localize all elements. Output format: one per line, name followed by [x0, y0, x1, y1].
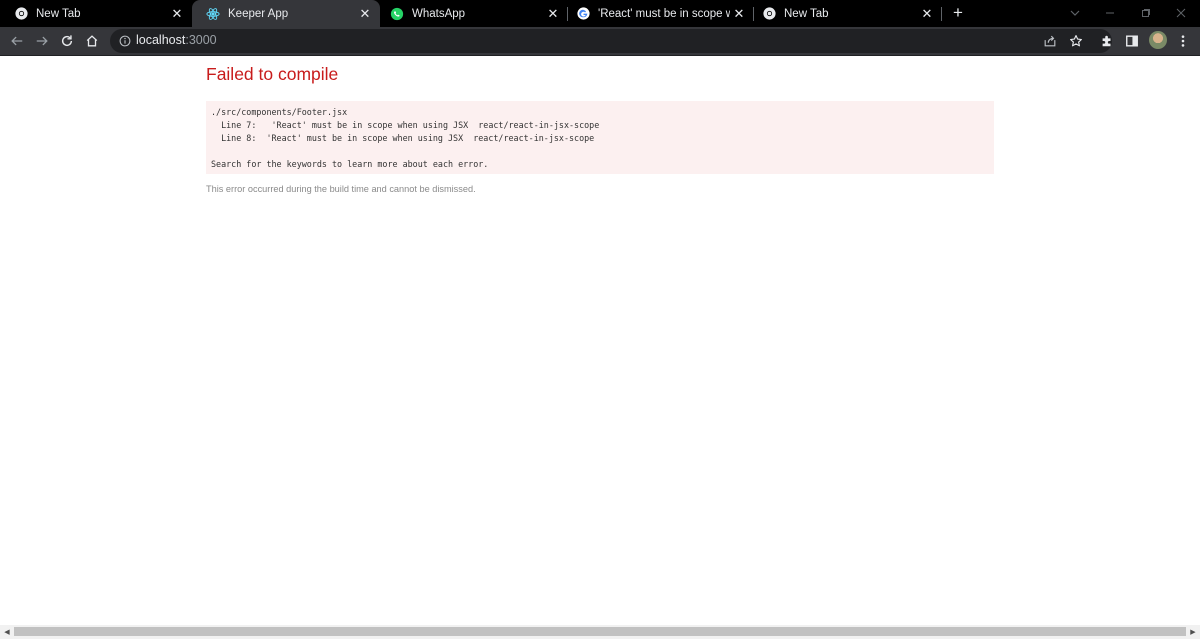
- error-line: Line 8: 'React' must be in scope when us…: [211, 133, 595, 143]
- forward-arrow-icon[interactable]: [32, 31, 52, 51]
- scrollbar-thumb[interactable]: [14, 627, 1186, 636]
- kebab-menu-icon[interactable]: [1173, 31, 1193, 51]
- tab-label: New Tab: [784, 7, 829, 20]
- chrome-icon: [14, 7, 28, 21]
- error-footnote: This error occurred during the build tim…: [206, 184, 476, 194]
- tab-label: 'React' must be in scope when us: [598, 7, 730, 20]
- scroll-left-arrow-icon[interactable]: ◀: [0, 625, 14, 639]
- tab-label: WhatsApp: [412, 7, 466, 20]
- tab-whatsapp[interactable]: WhatsApp ✕: [376, 0, 568, 27]
- bookmark-star-icon[interactable]: [1066, 31, 1086, 51]
- tab-search-chevron-icon[interactable]: [1066, 4, 1084, 22]
- page-title: Failed to compile: [206, 64, 339, 84]
- error-line: Line 7: 'React' must be in scope when us…: [211, 120, 600, 130]
- scroll-right-arrow-icon[interactable]: ▶: [1186, 625, 1200, 639]
- extensions-puzzle-icon[interactable]: [1097, 31, 1117, 51]
- browser-toolbar: localhost:3000: [0, 27, 1200, 56]
- url-text: localhost:3000: [136, 33, 217, 47]
- tab-label: New Tab: [36, 7, 81, 20]
- back-arrow-icon[interactable]: [7, 31, 27, 51]
- tab-strip: New Tab ✕ Keeper App ✕ WhatsApp ✕ 'React…: [0, 0, 1200, 27]
- error-blank-line: [211, 145, 989, 158]
- close-icon[interactable]: ✕: [356, 5, 374, 23]
- profile-avatar[interactable]: [1149, 31, 1167, 49]
- tab-label: Keeper App: [228, 7, 289, 20]
- tab-keeper-app[interactable]: Keeper App ✕: [192, 0, 380, 27]
- restore-icon[interactable]: [1137, 4, 1155, 22]
- tab-new-tab-2[interactable]: New Tab ✕: [748, 0, 942, 27]
- window-close-icon[interactable]: [1172, 4, 1190, 22]
- close-icon[interactable]: ✕: [730, 5, 748, 23]
- share-icon[interactable]: [1040, 31, 1060, 51]
- url-port: :3000: [185, 33, 217, 47]
- chrome-icon: [762, 7, 776, 21]
- side-panel-icon[interactable]: [1122, 31, 1142, 51]
- reload-icon[interactable]: [57, 31, 77, 51]
- url-host: localhost: [136, 33, 186, 47]
- whatsapp-icon: [390, 7, 404, 21]
- tab-google-search[interactable]: 'React' must be in scope when us ✕: [562, 0, 754, 27]
- address-bar[interactable]: localhost:3000: [110, 29, 1112, 53]
- tab-new-tab-1[interactable]: New Tab ✕: [0, 0, 192, 27]
- error-hint: Search for the keywords to learn more ab…: [211, 159, 489, 169]
- horizontal-scrollbar[interactable]: ◀ ▶: [0, 625, 1200, 639]
- close-icon[interactable]: ✕: [168, 5, 186, 23]
- close-icon[interactable]: ✕: [918, 5, 936, 23]
- home-icon[interactable]: [82, 31, 102, 51]
- react-icon: [206, 7, 220, 21]
- tab-separator: [941, 7, 942, 21]
- new-tab-button[interactable]: +: [949, 3, 967, 22]
- google-icon: [576, 7, 590, 21]
- close-icon[interactable]: ✕: [544, 5, 562, 23]
- error-message-box: ./src/components/Footer.jsx Line 7: 'Rea…: [206, 101, 994, 174]
- minimize-icon[interactable]: [1101, 4, 1119, 22]
- info-icon[interactable]: [118, 34, 132, 48]
- page-content: Failed to compile ./src/components/Foote…: [0, 56, 1200, 625]
- error-file-path: ./src/components/Footer.jsx: [211, 107, 348, 117]
